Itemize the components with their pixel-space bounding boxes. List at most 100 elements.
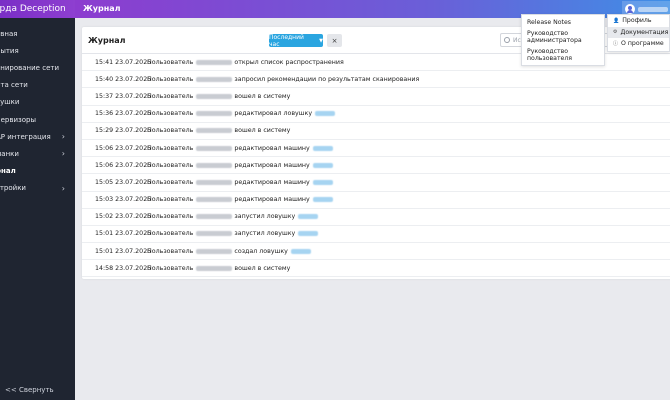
sidebar-item-network-scan[interactable]: анирование сети bbox=[0, 59, 75, 76]
sidebar-item-label: вушки bbox=[0, 98, 20, 107]
redacted-username bbox=[196, 128, 233, 134]
row-user-label: Пользователь bbox=[147, 230, 194, 238]
doc-icon: ⚙ bbox=[613, 29, 618, 36]
row-user-label: Пользователь bbox=[147, 58, 194, 66]
redacted-target-link[interactable] bbox=[298, 214, 319, 220]
collapse-sidebar-button[interactable]: << Свернуть bbox=[5, 386, 54, 394]
row-action: вошел в систему bbox=[234, 127, 291, 135]
row-user-label: Пользователь bbox=[147, 178, 194, 186]
row-action: редактировал машину bbox=[234, 161, 310, 169]
redacted-username bbox=[196, 179, 233, 185]
redacted-target-link[interactable] bbox=[312, 145, 333, 151]
search-placeholder: Ис bbox=[513, 36, 521, 44]
redacted-username bbox=[196, 197, 233, 203]
sidebar-item-hypervisors[interactable]: первизоры bbox=[0, 111, 75, 128]
row-user-label: Пользователь bbox=[147, 75, 194, 83]
sidebar-item-settings[interactable]: стройки › bbox=[0, 180, 75, 197]
table-row: 15:01 23.07.2025 Пользователь создал ловуш… bbox=[82, 243, 670, 261]
row-timestamp: 15:01 23.07.2025 bbox=[95, 247, 152, 255]
menu-item-about[interactable]: ⓘ О программе bbox=[608, 38, 669, 50]
row-action: вошел в систему bbox=[234, 92, 291, 100]
sidebar-item-main[interactable]: авная bbox=[0, 25, 75, 42]
user-dropdown: 👤 Профиль ⚙ Документация ⓘ О программе bbox=[607, 14, 670, 52]
journal-list: 15:41 23.07.2025 Пользователь открыл списо… bbox=[82, 54, 670, 278]
row-timestamp: 15:40 23.07.2025 bbox=[95, 75, 152, 83]
table-row: 15:06 23.07.2025 Пользователь редактировал… bbox=[82, 157, 670, 175]
row-timestamp: 15:37 23.07.2025 bbox=[95, 92, 152, 100]
row-timestamp: 15:29 23.07.2025 bbox=[95, 127, 152, 135]
table-row: 15:36 23.07.2025 Пользователь редактировал… bbox=[82, 106, 670, 123]
sidebar-item-journal[interactable]: рнал bbox=[0, 163, 75, 180]
sidebar-item-label: бытия bbox=[0, 46, 19, 55]
row-action: редактировал машину bbox=[234, 178, 310, 186]
redacted-username bbox=[196, 93, 233, 99]
user-avatar-icon bbox=[625, 4, 635, 14]
row-timestamp: 15:05 23.07.2025 bbox=[95, 178, 152, 186]
sidebar-nav: авная бытия анирование сети рта сети вуш… bbox=[0, 25, 75, 197]
menu-item-admin-guide[interactable]: Руководство администратора bbox=[522, 28, 604, 46]
person-icon: 👤 bbox=[613, 17, 620, 24]
redacted-target-link[interactable] bbox=[298, 231, 319, 237]
row-timestamp: 15:36 23.07.2025 bbox=[95, 110, 152, 118]
journal-title: Журнал bbox=[88, 36, 126, 45]
row-action: запросил рекомендации по результатам ска… bbox=[234, 75, 420, 83]
row-timestamp: 15:01 23.07.2025 bbox=[95, 230, 152, 238]
menu-item-label: Документация bbox=[620, 28, 669, 36]
search-icon bbox=[504, 37, 510, 43]
redacted-username bbox=[196, 231, 233, 237]
sidebar-item-network-map[interactable]: рта сети bbox=[0, 77, 75, 94]
redacted-target-link[interactable] bbox=[312, 162, 333, 168]
sidebar-item-label: стройки bbox=[0, 184, 26, 193]
redacted-target-link[interactable] bbox=[312, 179, 333, 185]
sidebar-item-label: AP интеграция bbox=[0, 132, 51, 141]
brand-title: арда Deception bbox=[0, 4, 66, 14]
row-action: редактировал ловушку bbox=[234, 110, 313, 118]
sidebar-item-label: рта сети bbox=[0, 81, 28, 90]
brand[interactable]: арда Deception bbox=[0, 0, 75, 18]
redacted-target-link[interactable] bbox=[315, 111, 336, 117]
redacted-target-link[interactable] bbox=[290, 248, 311, 254]
table-row: 14:58 23.07.2025 Пользователь вошел в сист… bbox=[82, 260, 670, 278]
clear-filter-button[interactable]: × bbox=[327, 34, 342, 47]
row-timestamp: 15:41 23.07.2025 bbox=[95, 58, 152, 66]
page-title: Журнал bbox=[83, 4, 121, 13]
chevron-right-icon: › bbox=[61, 183, 65, 193]
row-timestamp: 15:06 23.07.2025 bbox=[95, 161, 152, 169]
sidebar-item-decoys[interactable]: манки › bbox=[0, 145, 75, 162]
documentation-dropdown: Release Notes Руководство администратора… bbox=[521, 14, 605, 66]
menu-item-user-guide[interactable]: Руководство пользователя bbox=[522, 46, 604, 64]
redacted-target-link[interactable] bbox=[312, 197, 333, 203]
row-timestamp: 14:58 23.07.2025 bbox=[95, 264, 152, 272]
row-user-label: Пользователь bbox=[147, 144, 194, 152]
period-label: Последний час bbox=[269, 33, 304, 48]
row-timestamp: 15:03 23.07.2025 bbox=[95, 196, 152, 204]
row-user-label: Пользователь bbox=[147, 92, 194, 100]
redacted-username bbox=[196, 111, 233, 117]
sidebar-item-events[interactable]: бытия bbox=[0, 42, 75, 59]
menu-item-profile[interactable]: 👤 Профиль bbox=[608, 15, 669, 27]
menu-item-label: О программе bbox=[621, 40, 664, 48]
redacted-username bbox=[196, 214, 233, 220]
chevron-right-icon: › bbox=[61, 149, 65, 159]
user-name-redacted bbox=[638, 6, 668, 12]
row-user-label: Пользователь bbox=[147, 127, 194, 135]
period-select-button[interactable]: Последний час ▼ bbox=[269, 33, 323, 48]
row-user-label: Пользователь bbox=[147, 264, 194, 272]
menu-item-documentation[interactable]: ⚙ Документация bbox=[608, 26, 669, 38]
sidebar: арда Deception авная бытия анирование се… bbox=[0, 0, 75, 400]
sidebar-item-ldap[interactable]: AP интеграция › bbox=[0, 128, 75, 145]
row-timestamp: 15:06 23.07.2025 bbox=[95, 144, 152, 152]
row-user-label: Пользователь bbox=[147, 213, 194, 221]
row-action: редактировал машину bbox=[234, 144, 310, 152]
table-row: 15:01 23.07.2025 Пользователь запустил лов… bbox=[82, 226, 670, 244]
table-row: 15:06 23.07.2025 Пользователь редактировал… bbox=[82, 140, 670, 158]
sidebar-item-traps[interactable]: вушки bbox=[0, 94, 75, 111]
menu-item-release-notes[interactable]: Release Notes bbox=[522, 15, 604, 28]
row-user-label: Пользователь bbox=[147, 110, 194, 118]
row-action: редактировал машину bbox=[234, 196, 310, 204]
redacted-username bbox=[196, 145, 233, 151]
sidebar-item-label: первизоры bbox=[0, 115, 36, 124]
row-action: создал ловушку bbox=[234, 247, 288, 255]
caret-down-icon: ▼ bbox=[319, 37, 323, 44]
menu-item-label: Профиль bbox=[622, 17, 652, 25]
